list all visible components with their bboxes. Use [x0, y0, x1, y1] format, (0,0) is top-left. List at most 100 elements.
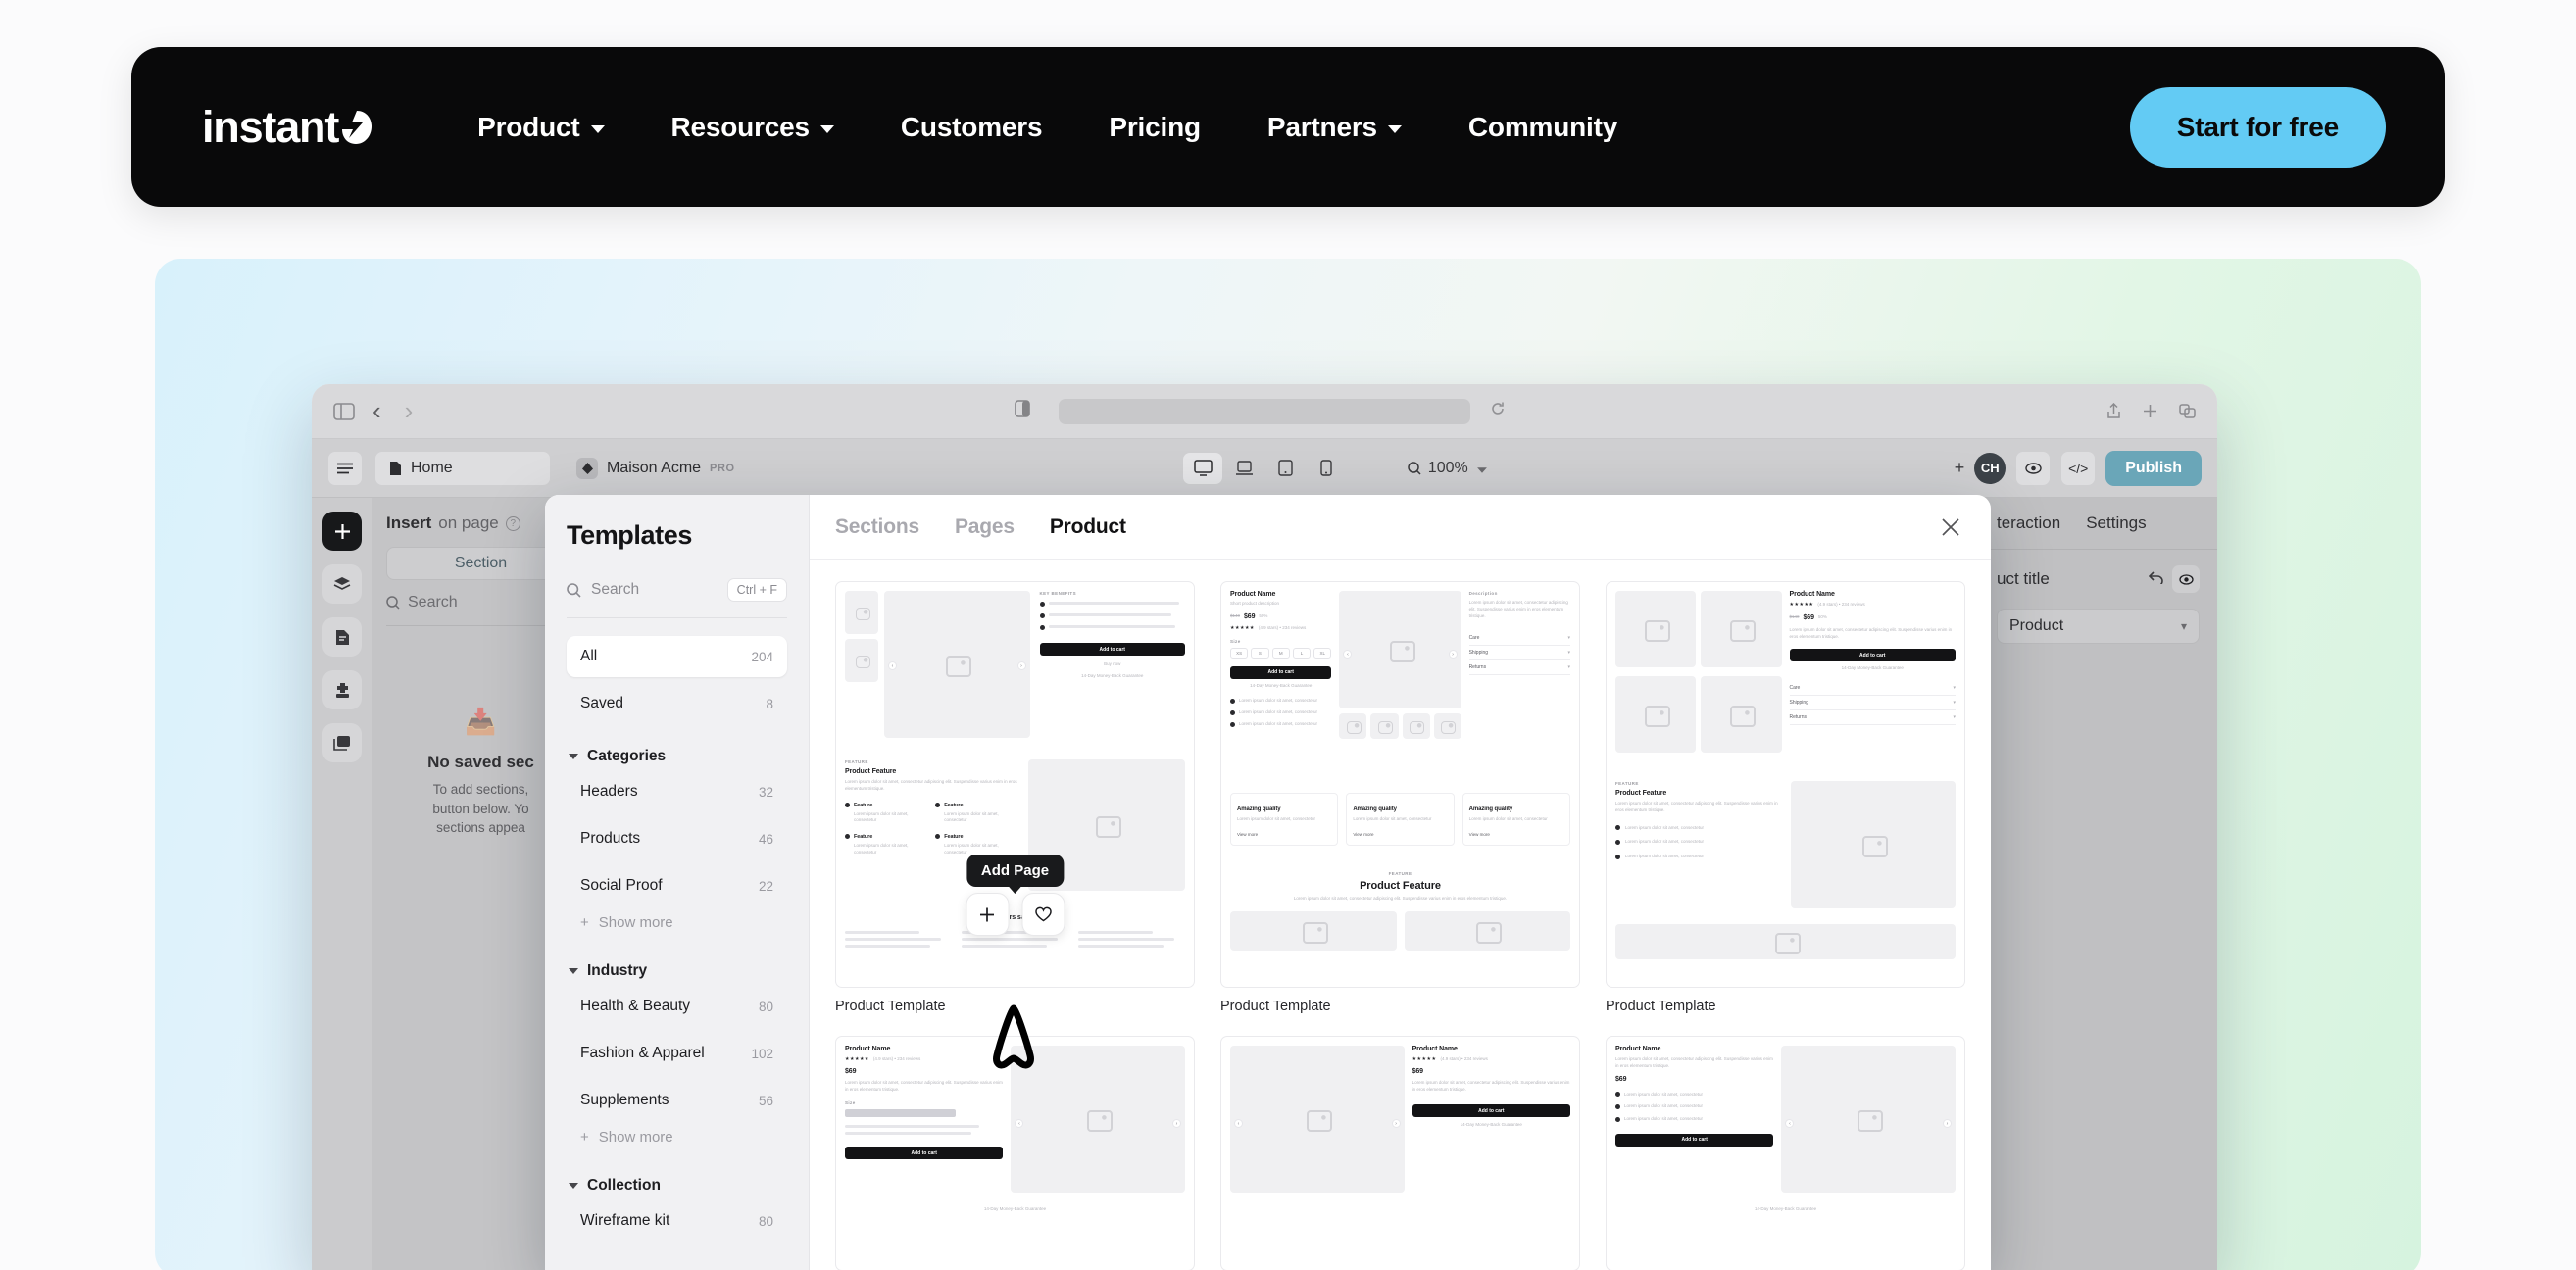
add-page-button[interactable]: [966, 893, 1009, 936]
tab-product[interactable]: Product: [1050, 515, 1126, 539]
tabs-icon[interactable]: [2179, 404, 2196, 418]
product-select[interactable]: Product ▾: [1997, 609, 2200, 644]
industry-fashion-apparel[interactable]: Fashion & Apparel 102: [567, 1033, 787, 1074]
template-thumbnail[interactable]: Product Name Short product description $…: [1220, 581, 1580, 988]
close-icon[interactable]: [1936, 513, 1965, 542]
templates-grid-scroll[interactable]: ‹ › KEY BENEFITS Add to cart Buy now 14-…: [810, 560, 1991, 1270]
empty-state-title: No saved sec: [427, 753, 534, 771]
industry-label: Fashion & Apparel: [580, 1045, 705, 1061]
wireframe-preview: Product Name ★★★★★ (4.9 stars) • 234 rev…: [1607, 582, 1964, 987]
plus-icon[interactable]: [2143, 404, 2157, 418]
chevron-down-icon: [569, 1183, 578, 1189]
nav-item-community[interactable]: Community: [1435, 100, 1651, 155]
add-collaborator-icon[interactable]: +: [1955, 458, 1965, 478]
browser-back-icon[interactable]: ‹: [361, 396, 393, 426]
start-for-free-button[interactable]: Start for free: [2129, 86, 2386, 168]
zoom-control[interactable]: 100%: [1408, 460, 1489, 477]
wf-quality-body: Lorem ipsum dolor sit amet, consectetur: [1468, 816, 1548, 821]
wf-feature-item: Feature: [854, 834, 873, 840]
wf-price-badge: 50%: [1259, 612, 1268, 618]
store-selector[interactable]: Maison Acme PRO: [563, 451, 749, 486]
wf-add-to-cart: Add to cart: [1412, 1104, 1570, 1118]
nav-item-customers[interactable]: Customers: [867, 100, 1075, 155]
chevron-down-icon: [590, 124, 605, 133]
browser-forward-icon[interactable]: ›: [393, 396, 425, 426]
refresh-icon[interactable]: [1490, 401, 1506, 421]
browser-url-bar[interactable]: [1059, 398, 1470, 424]
wf-add-to-cart: Add to cart: [1039, 643, 1185, 656]
tab-pages[interactable]: Pages: [955, 515, 1015, 539]
categories-show-more[interactable]: + Show more: [567, 906, 787, 939]
category-products[interactable]: Products 46: [567, 818, 787, 859]
hamburger-icon[interactable]: [327, 450, 363, 486]
avatar[interactable]: CH: [1974, 452, 2006, 484]
logo[interactable]: instant: [173, 102, 373, 153]
collection-count: 80: [758, 1213, 773, 1229]
tab-interaction[interactable]: teraction: [1997, 513, 2060, 533]
nav-item-resources[interactable]: Resources: [638, 100, 867, 155]
rail-apps-button[interactable]: [322, 670, 362, 709]
template-thumbnail[interactable]: Product Name ★★★★★ (4.9 stars) • 234 rev…: [1606, 581, 1965, 988]
reader-view-icon[interactable]: [1015, 400, 1030, 422]
question-icon[interactable]: ?: [505, 515, 520, 531]
wf-feature-body: Lorem ipsum dolor sit amet, consectetur: [854, 810, 909, 823]
favorite-button[interactable]: [1021, 893, 1065, 936]
category-headers[interactable]: Headers 32: [567, 771, 787, 812]
empty-state-line1: To add sections,: [432, 782, 529, 797]
page-label: Home: [411, 459, 453, 476]
template-card-label: Product Template: [835, 999, 946, 1014]
template-card-6: Product Name Lorem ipsum dolor sit amet,…: [1606, 1036, 1965, 1270]
nav-item-product[interactable]: Product: [444, 100, 637, 155]
filter-all[interactable]: All 204: [567, 636, 787, 677]
sidebar-icon[interactable]: [333, 402, 355, 420]
publish-button[interactable]: Publish: [2105, 450, 2202, 486]
wf-product-sub: Short product description: [1230, 601, 1280, 606]
group-header-categories[interactable]: Categories: [567, 748, 787, 765]
device-tablet-button[interactable]: [1265, 453, 1305, 484]
preview-button[interactable]: [2015, 450, 2052, 486]
undo-icon[interactable]: [2148, 569, 2164, 589]
field-visibility-button[interactable]: [2172, 565, 2200, 593]
industry-supplements[interactable]: Supplements 56: [567, 1080, 787, 1121]
wf-product-name: Product Name: [845, 1046, 891, 1052]
industry-count: 80: [758, 999, 773, 1014]
template-thumbnail[interactable]: Product Name Lorem ipsum dolor sit amet,…: [1606, 1036, 1965, 1270]
device-desktop-button[interactable]: [1183, 452, 1222, 484]
empty-state-line2: button below. Yo: [432, 801, 529, 816]
lightning-bolt-icon: [342, 110, 372, 144]
page-selector[interactable]: Home: [374, 450, 551, 486]
wf-bullet: Lorem ipsum dolor sit amet, consectetur: [1239, 709, 1318, 714]
filter-saved[interactable]: Saved 8: [567, 683, 787, 724]
wf-accordion: Returns ▾: [1468, 660, 1570, 676]
industry-health-beauty[interactable]: Health & Beauty 80: [567, 986, 787, 1027]
plus-icon: [334, 523, 350, 539]
rail-library-button[interactable]: [322, 723, 362, 762]
nav-item-partners[interactable]: Partners: [1234, 100, 1435, 155]
industry-show-more[interactable]: + Show more: [567, 1121, 787, 1153]
nav-item-pricing[interactable]: Pricing: [1075, 100, 1234, 155]
template-thumbnail[interactable]: Product Name ★★★★★ (4.9 stars) • 234 rev…: [835, 1036, 1195, 1270]
device-laptop-button[interactable]: [1224, 453, 1263, 484]
device-mobile-button[interactable]: [1307, 453, 1346, 484]
template-thumbnail[interactable]: ‹ › KEY BENEFITS Add to cart Buy now 14-…: [835, 581, 1195, 988]
wf-bullet: Lorem ipsum dolor sit amet, consectetur: [1239, 698, 1318, 704]
collection-wireframe-kit[interactable]: Wireframe kit 80: [567, 1200, 787, 1242]
wf-price: $69: [845, 1067, 857, 1075]
group-header-industry[interactable]: Industry: [567, 962, 787, 980]
rail-layers-button[interactable]: [322, 564, 362, 604]
share-icon[interactable]: [2106, 403, 2121, 419]
code-button[interactable]: </>: [2060, 450, 2097, 486]
group-header-collection[interactable]: Collection: [567, 1177, 787, 1195]
rail-pages-button[interactable]: [322, 617, 362, 657]
insert-title-muted: on page: [438, 513, 499, 532]
tab-settings[interactable]: Settings: [2086, 513, 2146, 533]
templates-search-input[interactable]: Search Ctrl + F: [567, 578, 787, 618]
template-card-3: Product Name ★★★★★ (4.9 stars) • 234 rev…: [1606, 581, 1965, 1014]
wf-size-label: Size: [845, 1100, 856, 1106]
wf-accordion: Care ▾: [1789, 681, 1956, 696]
rail-add-button[interactable]: [322, 512, 362, 551]
category-social-proof[interactable]: Social Proof 22: [567, 865, 787, 906]
wf-rating-text: (4.9 stars) • 234 reviews: [872, 1056, 921, 1061]
tab-sections[interactable]: Sections: [835, 515, 919, 539]
template-thumbnail[interactable]: ‹ › Product Name ★★★★★ (4.9 stars) • 234…: [1220, 1036, 1580, 1270]
